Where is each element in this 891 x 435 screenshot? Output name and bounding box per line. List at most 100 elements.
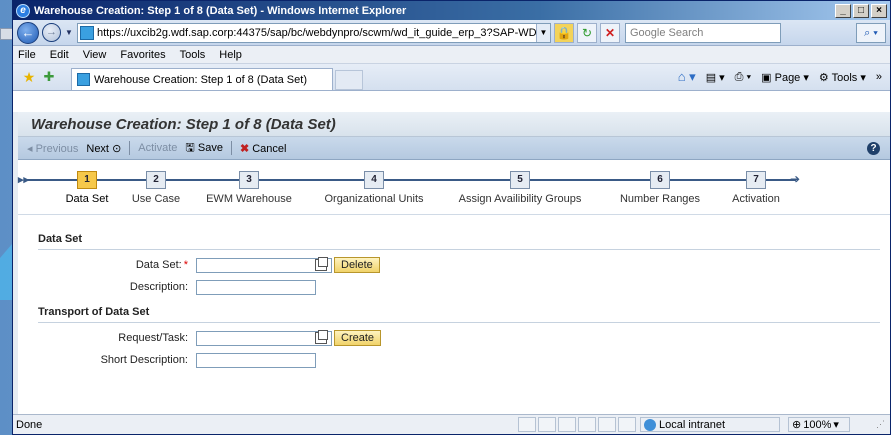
roadmap-step-ewm-warehouse[interactable]: 3 EWM Warehouse — [204, 160, 294, 205]
tab-row: ★ ✚ Warehouse Creation: Step 1 of 8 (Dat… — [13, 64, 890, 91]
ie-logo-icon: e — [16, 3, 30, 18]
required-marker-icon: * — [183, 259, 188, 271]
url-text[interactable]: https://uxcib2g.wdf.sap.corp:44375/sap/b… — [97, 27, 536, 39]
description-input[interactable] — [196, 279, 316, 295]
more-chevron-icon[interactable]: » — [876, 71, 882, 83]
window-title: Warehouse Creation: Step 1 of 8 (Data Se… — [34, 4, 407, 17]
stop-icon[interactable]: ✕ — [600, 22, 620, 43]
menu-favorites[interactable]: Favorites — [120, 49, 165, 61]
previous-button[interactable]: ◂ Previous — [27, 142, 78, 155]
roadmap-step-number: 7 — [746, 171, 766, 189]
cancel-button[interactable]: ✖ Cancel — [240, 142, 287, 155]
status-text: Done — [16, 418, 43, 431]
roadmap-step-label: Data Set — [65, 193, 109, 205]
tab-title: Warehouse Creation: Step 1 of 8 (Data Se… — [94, 73, 307, 86]
window-controls: _ □ × — [835, 3, 890, 18]
zoom-control[interactable]: ⊕ 100% ▾ — [788, 417, 850, 432]
close-button[interactable]: × — [871, 3, 887, 18]
back-button[interactable]: ← — [17, 21, 39, 44]
next-arrow-icon: ⊙ — [112, 142, 122, 155]
roadmap-step-assign-availibility-groups[interactable]: 5 Assign Availibility Groups — [452, 160, 588, 205]
section-title-transport: Transport of Data Set — [38, 306, 150, 318]
roadmap-step-label: EWM Warehouse — [206, 193, 292, 205]
menu-help[interactable]: Help — [219, 49, 242, 61]
menu-file[interactable]: File — [18, 49, 36, 61]
roadmap-step-data-set[interactable]: 1 Data Set — [54, 160, 120, 205]
section-divider — [38, 249, 880, 250]
page-icon — [80, 25, 94, 40]
security-zone[interactable]: Local intranet — [640, 417, 780, 432]
roadmap-step-organizational-units[interactable]: 4 Organizational Units — [314, 160, 434, 205]
short-description-label: Short Description: — [100, 354, 188, 366]
roadmap-step-number: 1 — [77, 171, 97, 189]
menu-view[interactable]: View — [83, 49, 107, 61]
feeds-icon[interactable]: ▤ ▾ — [706, 71, 725, 84]
status-cell — [538, 417, 556, 432]
tools-menu[interactable]: ⚙ Tools ▾ — [819, 71, 866, 84]
help-icon[interactable]: ? — [867, 141, 880, 155]
sap-toolbar: ◂ Previous Next ⊙ Activate 🖫 Save ✖ Canc… — [18, 137, 890, 160]
value-help-icon[interactable] — [315, 330, 328, 344]
tab-warehouse-creation[interactable]: Warehouse Creation: Step 1 of 8 (Data Se… — [71, 68, 333, 90]
save-icon: 🖫 — [185, 141, 195, 154]
roadmap-step-label: Use Case — [131, 193, 181, 205]
menu-edit[interactable]: Edit — [50, 49, 69, 61]
create-button[interactable]: Create — [334, 330, 382, 346]
address-bar-row: ← → ▼ https://uxcib2g.wdf.sap.corp:44375… — [13, 20, 890, 46]
roadmap-step-number-ranges[interactable]: 6 Number Ranges — [614, 160, 706, 205]
roadmap-step-label: Assign Availibility Groups — [458, 193, 582, 205]
add-favorites-icon[interactable]: ✚ — [39, 69, 59, 85]
data-set-label-text: Data Set: — [135, 259, 182, 271]
data-set-input[interactable] — [196, 257, 332, 273]
sap-content: Warehouse Creation: Step 1 of 8 (Data Se… — [13, 112, 890, 414]
roadmap-step-number: 3 — [239, 171, 259, 189]
home-icon[interactable]: ⌂ ▾ — [678, 69, 696, 85]
address-dropdown-icon[interactable]: ▼ — [536, 23, 550, 42]
menu-tools[interactable]: Tools — [180, 49, 206, 61]
roadmap-step-activation[interactable]: 7 Activation — [724, 160, 788, 205]
maximize-button[interactable]: □ — [853, 3, 869, 18]
print-icon[interactable]: ⎙ ▾ — [735, 71, 751, 84]
toolbar-separator — [230, 141, 232, 155]
data-set-row: Data Set: * Delete — [38, 255, 890, 275]
page-menu-label: Page — [774, 71, 801, 84]
zoom-dropdown-icon: ▾ — [833, 419, 839, 431]
zoom-level: 100% — [803, 418, 832, 431]
menu-bar: File Edit View Favorites Tools Help — [13, 46, 890, 64]
request-task-row: Request/Task: Create — [38, 328, 890, 348]
search-go-button[interactable]: ⌕ ▾ — [856, 22, 886, 43]
save-label: Save — [197, 141, 223, 154]
status-bar: Done Local intranet ⊕ 100% ▾ ⋰ — [13, 414, 890, 434]
page-icon — [77, 73, 90, 86]
save-button[interactable]: 🖫 Save — [185, 139, 223, 158]
roadmap-step-number: 5 — [510, 171, 530, 189]
page-menu[interactable]: ▣ Page ▾ — [761, 71, 809, 84]
intranet-globe-icon — [644, 418, 656, 431]
roadmap-step-label: Organizational Units — [324, 193, 424, 205]
delete-button[interactable]: Delete — [334, 257, 380, 273]
search-input[interactable]: Google Search — [625, 22, 781, 43]
browser-window: e Warehouse Creation: Step 1 of 8 (Data … — [12, 0, 891, 435]
roadmap-step-number: 6 — [650, 171, 670, 189]
forward-button[interactable]: → — [42, 23, 61, 42]
next-button[interactable]: Next ⊙ — [86, 142, 121, 155]
minimize-button[interactable]: _ — [835, 3, 851, 18]
tools-menu-label: Tools — [831, 71, 858, 84]
request-task-input[interactable] — [196, 330, 332, 346]
history-dropdown-icon[interactable]: ▼ — [64, 28, 74, 37]
description-row: Description: — [38, 277, 890, 297]
page-title: Warehouse Creation: Step 1 of 8 (Data Se… — [18, 112, 890, 137]
short-description-row: Short Description: — [38, 350, 890, 370]
favorites-star-icon[interactable]: ★ — [19, 69, 39, 86]
new-tab-button[interactable] — [335, 70, 363, 90]
activate-button[interactable]: Activate — [138, 142, 177, 154]
roadmap-step-number: 2 — [146, 171, 166, 189]
roadmap-end-arrow-icon: ➔ — [790, 172, 801, 186]
resize-grip-icon[interactable]: ⋰ — [876, 419, 890, 430]
refresh-icon[interactable]: ↻ — [577, 22, 597, 43]
lock-icon[interactable]: 🔒 — [554, 22, 574, 43]
short-description-input[interactable] — [196, 352, 316, 368]
address-field[interactable]: https://uxcib2g.wdf.sap.corp:44375/sap/b… — [77, 22, 551, 43]
value-help-icon[interactable] — [315, 257, 328, 271]
roadmap-step-use-case[interactable]: 2 Use Case — [126, 160, 186, 205]
